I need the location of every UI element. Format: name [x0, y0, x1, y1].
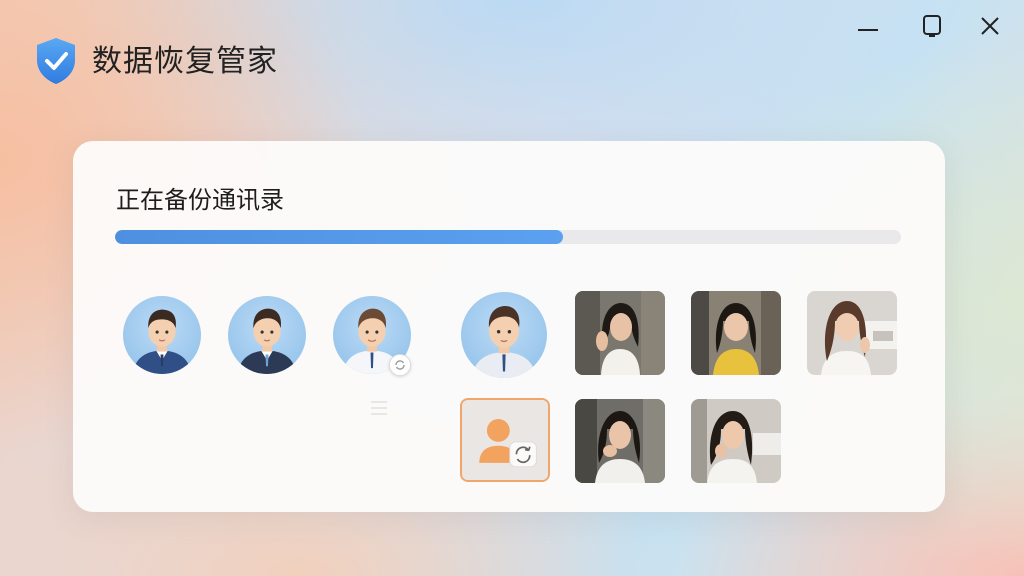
app-title: 数据恢复管家 — [92, 44, 278, 79]
minimize-icon — [858, 29, 878, 31]
backup-status-title: 正在备份通讯录 — [116, 186, 284, 214]
contact-photo — [691, 399, 781, 483]
contact-photo — [691, 291, 781, 375]
maximize-icon — [923, 15, 941, 37]
shield-check-icon — [37, 38, 75, 84]
sync-icon — [395, 360, 405, 370]
syncing-badge — [389, 354, 411, 376]
close-icon — [981, 17, 999, 35]
contact-photo — [575, 399, 665, 483]
contact-placeholder-tile — [460, 398, 550, 482]
person-icon — [486, 419, 510, 442]
backup-progress-bar — [115, 230, 901, 244]
backup-progress-fill — [115, 230, 564, 244]
contact-photo — [807, 291, 897, 375]
contact-avatar — [228, 296, 306, 374]
faded-list-icon — [371, 401, 387, 415]
maximize-button[interactable] — [912, 10, 952, 42]
minimize-button[interactable] — [848, 10, 888, 42]
contact-photo — [575, 291, 665, 375]
contact-avatar — [123, 296, 201, 374]
contact-avatar — [461, 292, 547, 378]
close-button[interactable] — [970, 10, 1010, 42]
backup-card: 正在备份通讯录 — [73, 141, 945, 512]
